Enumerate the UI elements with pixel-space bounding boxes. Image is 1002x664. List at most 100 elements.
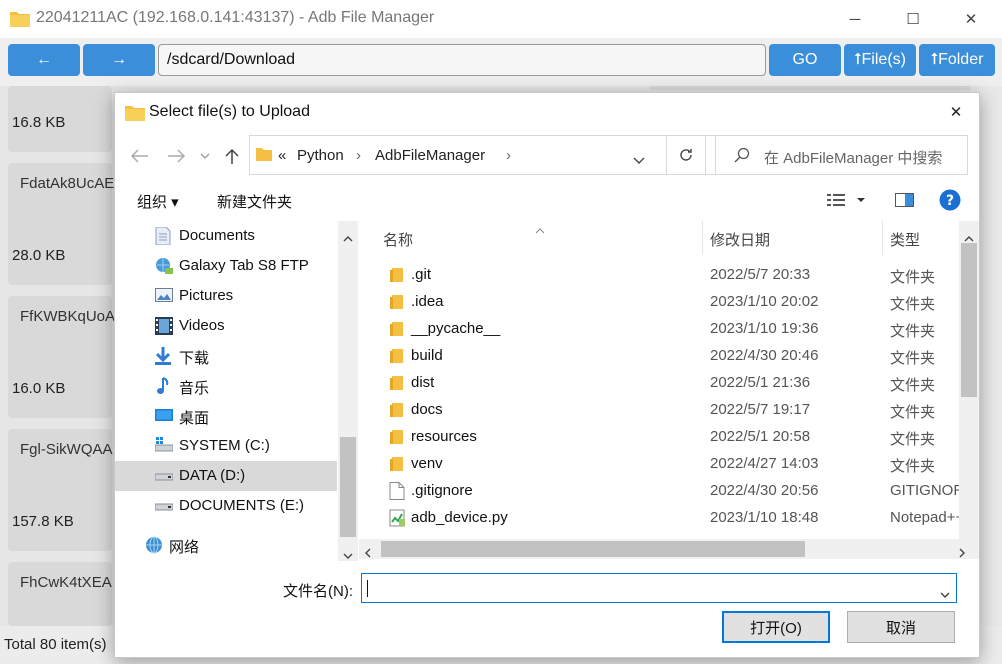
column-separator[interactable] [882, 221, 883, 255]
file-type: GITIGNORE [890, 482, 959, 499]
file-name: .idea [411, 293, 444, 310]
file-row[interactable]: docs 2022/5/7 19:17 文件夹 [359, 397, 959, 424]
file-card[interactable]: FfKWBKqUoA 16.0 KB [8, 296, 115, 418]
file-card[interactable]: FdatAk8UcAE 28.0 KB [8, 163, 115, 285]
tree-item-music[interactable]: 音乐 [115, 371, 337, 401]
column-header-modified[interactable]: 修改日期 [710, 229, 770, 250]
list-horizontal-scrollbar[interactable] [359, 539, 979, 559]
search-icon [734, 147, 750, 167]
upload-folder-button[interactable]: ⭡Folder [919, 44, 995, 76]
scrollbar-thumb[interactable] [381, 541, 805, 557]
file-row[interactable]: .git 2022/5/7 20:33 文件夹 [359, 262, 959, 289]
open-button[interactable]: 打开(O) [722, 611, 830, 643]
breadcrumb-python[interactable]: Python [297, 147, 344, 164]
scrollbar-thumb[interactable] [961, 243, 977, 397]
file-type: 文件夹 [890, 350, 936, 367]
file-modified-date: 2022/5/1 20:58 [710, 428, 811, 445]
organize-menu[interactable]: 组织 ▾ [137, 191, 179, 212]
file-modified-date: 2022/4/30 20:56 [710, 482, 819, 499]
scroll-right-icon[interactable] [959, 545, 965, 562]
pictures-icon [155, 287, 173, 305]
file-row[interactable]: build 2022/4/30 20:46 文件夹 [359, 343, 959, 370]
breadcrumb-overflow[interactable]: « [278, 147, 286, 164]
preview-pane-icon[interactable] [895, 193, 915, 211]
tree-item-network[interactable]: 网络 [115, 530, 327, 560]
close-button[interactable]: ✕ [942, 0, 1000, 38]
main-scrollbar[interactable] [980, 86, 1002, 626]
drive-icon [154, 497, 174, 515]
file-row[interactable]: __pycache__ 2023/1/10 19:36 文件夹 [359, 316, 959, 343]
tree-item-data-d[interactable]: DATA (D:) [115, 461, 337, 491]
address-folder-icon [256, 146, 272, 166]
file-type: 文件夹 [890, 377, 936, 394]
file-card[interactable] [650, 86, 970, 90]
path-input[interactable]: /sdcard/Download [158, 44, 766, 76]
tree-item-system-c[interactable]: SYSTEM (C:) [115, 431, 337, 461]
tree-scrollbar[interactable] [338, 221, 358, 561]
file-name: dist [411, 374, 435, 391]
scroll-down-icon[interactable] [343, 546, 353, 561]
file-name: Fgl-SikWQAA [20, 441, 113, 458]
file-row[interactable]: dist 2022/5/1 21:36 文件夹 [359, 370, 959, 397]
breadcrumb-separator-icon[interactable]: › [506, 147, 511, 164]
scroll-up-icon[interactable] [343, 229, 353, 246]
tree-item-videos[interactable]: Videos [115, 311, 337, 341]
forward-button[interactable]: → [83, 44, 155, 76]
view-options-icon[interactable] [827, 193, 867, 211]
dialog-close-button[interactable]: ✕ [943, 99, 969, 125]
file-card[interactable]: 16.8 KB [8, 86, 112, 152]
help-icon[interactable]: ? [939, 189, 961, 215]
filename-input[interactable] [361, 573, 957, 603]
file-row[interactable]: .idea 2023/1/10 20:02 文件夹 [359, 289, 959, 316]
maximize-button[interactable]: ☐ [884, 0, 942, 38]
tree-item-downloads[interactable]: 下载 [115, 341, 337, 371]
forward-arrow-icon[interactable] [163, 143, 189, 169]
file-modified-date: 2022/4/27 14:03 [710, 455, 819, 472]
file-type: 文件夹 [890, 431, 936, 448]
upload-files-button[interactable]: ⭡File(s) [844, 44, 916, 76]
back-arrow-icon[interactable] [127, 143, 153, 169]
list-vertical-scrollbar[interactable] [959, 221, 979, 539]
scrollbar-thumb[interactable] [340, 437, 356, 537]
file-name: resources [411, 428, 477, 445]
filename-dropdown-icon[interactable] [940, 585, 950, 602]
tree-item-desktop[interactable]: 桌面 [115, 401, 337, 431]
column-header-name[interactable]: 名称 [383, 229, 413, 250]
tree-item-galaxy-tab-ftp[interactable]: Galaxy Tab S8 FTP [115, 251, 337, 281]
up-arrow-icon[interactable] [219, 143, 245, 169]
file-row[interactable]: adb_device.py 2023/1/10 18:48 Notepad++ [359, 505, 959, 532]
file-card[interactable]: Fgl-SikWQAA 157.8 KB [8, 429, 113, 551]
drive-c-icon [154, 437, 174, 455]
file-name: FdatAk8UcAE [20, 175, 115, 192]
recent-dropdown-icon[interactable] [195, 143, 215, 169]
refresh-button[interactable] [666, 135, 706, 175]
file-modified-date: 2022/5/7 19:17 [710, 401, 811, 418]
address-dropdown-icon[interactable] [633, 152, 645, 169]
tree-item-documents-e[interactable]: DOCUMENTS (E:) [115, 491, 337, 521]
file-card[interactable]: FhCwK4tXEA [8, 562, 112, 626]
search-input[interactable]: 在 AdbFileManager 中搜索 [715, 135, 968, 175]
back-button[interactable]: ← [8, 44, 80, 76]
dialog-title: Select file(s) to Upload [149, 103, 310, 120]
minimize-button[interactable]: ─ [826, 0, 884, 38]
breadcrumb-adbfilemanager[interactable]: AdbFileManager [375, 147, 485, 164]
sort-ascending-icon [535, 221, 545, 238]
tree-item-documents[interactable]: Documents [115, 221, 337, 251]
upload-dialog: Select file(s) to Upload ✕ « Python › Ad… [114, 92, 980, 658]
go-button[interactable]: GO [769, 44, 841, 76]
new-folder-button[interactable]: 新建文件夹 [217, 191, 292, 212]
file-row[interactable]: .gitignore 2022/4/30 20:56 GITIGNORE [359, 478, 959, 505]
file-row[interactable]: resources 2022/5/1 20:58 文件夹 [359, 424, 959, 451]
tree-item-pictures[interactable]: Pictures [115, 281, 337, 311]
breadcrumb-separator-icon[interactable]: › [356, 147, 361, 164]
cancel-button[interactable]: 取消 [847, 611, 955, 643]
column-header-type[interactable]: 类型 [890, 229, 920, 250]
column-separator[interactable] [702, 221, 703, 255]
app-folder-icon [10, 10, 30, 31]
navigation-bar: « Python › AdbFileManager › 在 AdbFileMan… [115, 133, 981, 179]
file-row[interactable]: venv 2022/4/27 14:03 文件夹 [359, 451, 959, 478]
scroll-left-icon[interactable] [365, 545, 371, 562]
file-name: .gitignore [411, 482, 473, 499]
file-modified-date: 2022/4/30 20:46 [710, 347, 819, 364]
file-name: .git [411, 266, 432, 283]
